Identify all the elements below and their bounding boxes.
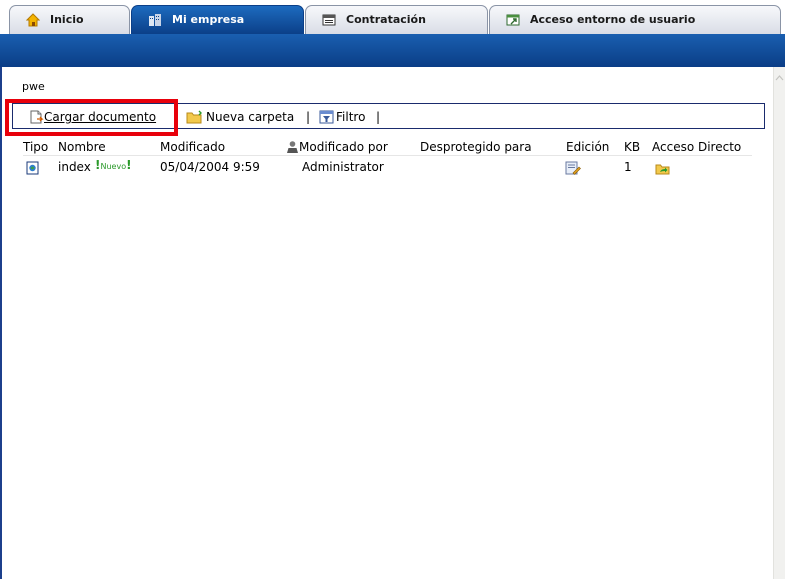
tab-label: Inicio [50,13,84,26]
column-edicion: Edición [566,140,610,154]
tab-label: Contratación [346,13,426,26]
vertical-scrollbar[interactable] [773,67,785,579]
column-acceso-directo: Acceso Directo [652,140,742,154]
file-name-link[interactable]: index [58,160,91,174]
new-badge-label: Nuevo [100,162,127,171]
folder-new-icon [186,110,206,124]
shortcut-folder-icon[interactable] [655,162,671,178]
file-type-icon[interactable] [26,161,39,178]
site-title: pwe [22,80,45,93]
header-band [0,34,785,67]
filter-button[interactable]: Filtro [319,110,365,124]
user-icon [286,140,299,153]
column-modificado[interactable]: Modificado [160,140,225,154]
edit-document-icon[interactable] [565,161,581,178]
column-modificado-por-label: Modificado por [299,140,388,154]
window-arrow-icon [506,13,520,27]
toolbar-separator: | [376,110,381,124]
document-library: pwe Cargar documento Nueva carpeta | Fil… [0,67,785,579]
home-icon [25,13,41,27]
column-desprotegido-para[interactable]: Desprotegido para [420,140,532,154]
modified-by: Administrator [302,160,384,174]
scroll-up-icon[interactable] [775,69,784,81]
tab-label: Acceso entorno de usuario [530,13,696,26]
tab-acceso-entorno[interactable]: Acceso entorno de usuario [489,5,781,34]
filter-label: Filtro [336,110,366,124]
file-size: 1 [624,160,632,174]
column-nombre[interactable]: Nombre [58,140,106,154]
tab-contratacion[interactable]: Contratación [305,5,488,34]
toolbar-separator: | [306,110,311,124]
tab-mi-empresa[interactable]: Mi empresa [131,5,304,34]
highlight-annotation [5,99,178,136]
tab-inicio[interactable]: Inicio [9,5,130,34]
new-badge-mark: ! [126,158,132,172]
modified-date: 05/04/2004 9:59 [160,160,260,174]
column-kb[interactable]: KB [624,140,640,154]
building-icon [148,13,162,27]
new-folder-button[interactable]: Nueva carpeta [186,110,294,124]
tab-bar: Inicio Mi empresa Contratación Acceso en… [0,0,785,34]
header-divider [23,155,752,156]
filter-icon [319,110,336,124]
form-icon [322,13,336,27]
column-modificado-por[interactable]: Modificado por [286,140,388,154]
column-tipo[interactable]: Tipo [23,140,48,154]
new-folder-label: Nueva carpeta [206,110,295,124]
new-badge: !Nuevo! [95,158,132,172]
tab-label: Mi empresa [172,13,245,26]
